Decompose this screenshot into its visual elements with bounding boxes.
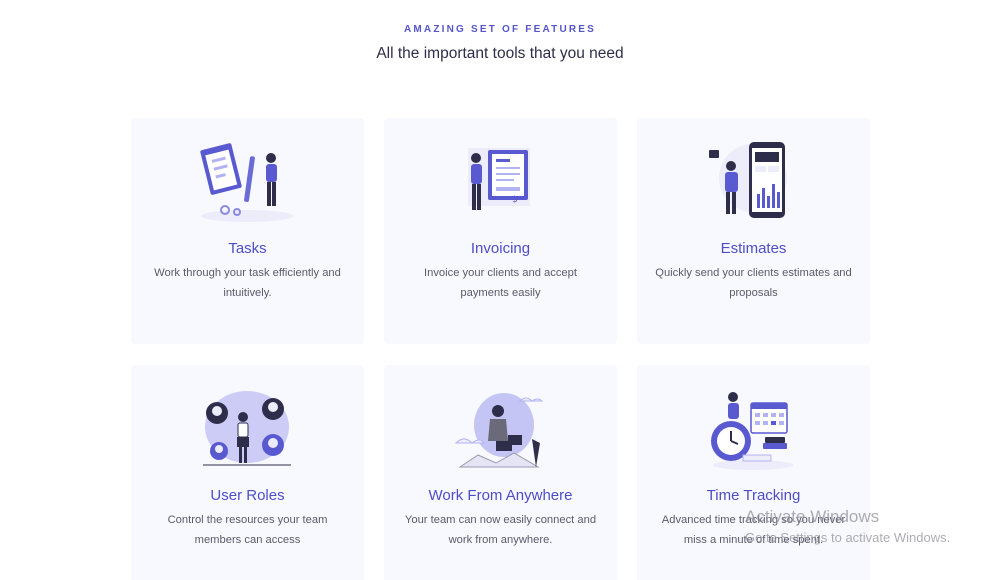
feature-title: Invoicing [470,240,531,257]
feature-card-invoicing: $ Invoicing Invoice your clients and acc… [384,118,617,344]
feature-title: Time Tracking [706,487,801,504]
tasks-clipboard-illustration [200,143,293,222]
features-heading: All the important tools that you need [376,45,624,62]
feature-description: Your team can now easily connect and wor… [404,514,597,546]
svg-text:$: $ [512,195,518,205]
feature-description: Advanced time tracking so you never miss… [661,514,846,546]
feature-description: Work through your task efficiently and i… [154,267,341,299]
feature-title: User Roles [210,487,285,504]
feature-card-user-roles: User Roles Control the resources your te… [131,365,364,580]
features-eyebrow: AMAZING SET OF FEATURES [403,24,597,35]
feature-description: Control the resources your team members … [167,514,328,546]
remote-work-illustration [454,393,544,468]
feature-title: Work From Anywhere [428,487,573,504]
time-tracking-illustration [711,392,793,470]
feature-description: Invoice your clients and accept payments… [424,267,577,299]
feature-title: Tasks [228,240,267,257]
feature-card-work-from-anywhere: Work From Anywhere Your team can now eas… [384,365,617,580]
feature-title: Estimates [720,240,787,257]
estimates-phone-illustration [709,142,787,218]
feature-description: Quickly send your clients estimates and … [655,267,852,299]
user-roles-illustration [203,391,291,466]
feature-card-time-tracking: Time Tracking Advanced time tracking so … [637,365,870,580]
feature-card-tasks: Tasks Work through your task efficiently… [131,118,364,344]
invoice-illustration: $ [468,148,530,210]
feature-card-estimates: Estimates Quickly send your clients esti… [637,118,870,344]
